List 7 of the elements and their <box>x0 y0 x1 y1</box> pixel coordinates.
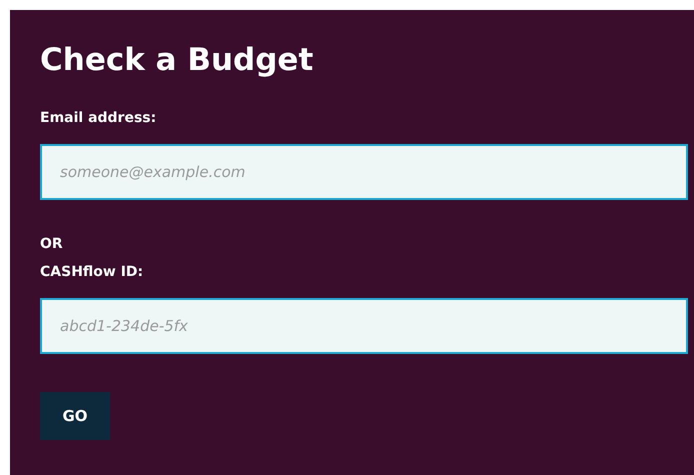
field-label: CASHflow ID: <box>40 263 144 282</box>
or-label: OR <box>40 235 64 254</box>
form-title: Check a Budget <box>40 41 314 80</box>
input-field[interactable]: someone@example.com <box>40 144 688 200</box>
input-field[interactable]: abcd1-234de-5fx <box>40 298 688 354</box>
field-label: Email address: <box>40 109 158 128</box>
go-button[interactable]: GO <box>40 392 110 440</box>
